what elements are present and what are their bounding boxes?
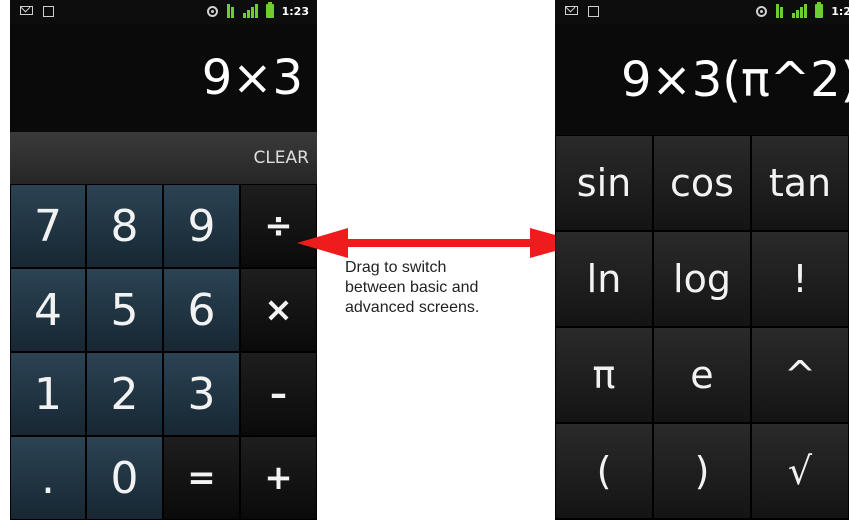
cos-key[interactable]: cos — [653, 135, 751, 231]
advanced-keypad: sin cos tan ln log! π e ^ () √ — [555, 135, 849, 520]
open-paren-key[interactable]: ( — [555, 423, 653, 519]
caption-line: between basic and — [345, 279, 479, 296]
caption-line: Drag to switch — [345, 259, 447, 276]
pi-key[interactable]: π — [555, 327, 653, 423]
mail-notification-icon — [565, 6, 578, 15]
factorial-key[interactable]: ! — [751, 231, 849, 327]
close-paren-key[interactable]: ) — [653, 423, 751, 519]
status-bar: 1:2 — [555, 0, 849, 24]
euler-key[interactable]: e — [653, 327, 751, 423]
sd-card-icon — [588, 6, 599, 17]
clock: 1:2 — [831, 4, 849, 18]
caption-line: advanced screens. — [345, 299, 480, 316]
calculator-display: 9×3(π^2) — [555, 24, 849, 135]
gps-icon — [756, 5, 768, 17]
advanced-calculator-screen: 1:2 9×3(π^2) sin cos tan ln log! π e ^ () √ — [555, 0, 849, 520]
signal-strength-icon — [792, 4, 808, 18]
square-root-key[interactable]: √ — [751, 423, 849, 519]
log-key[interactable]: log — [653, 231, 751, 327]
battery-icon — [815, 2, 824, 18]
tan-key[interactable]: tan — [751, 135, 849, 231]
data-transfer-icon — [775, 4, 784, 18]
power-key[interactable]: ^ — [751, 327, 849, 423]
ln-key[interactable]: ln — [555, 231, 653, 327]
sin-key[interactable]: sin — [555, 135, 653, 231]
drag-caption: Drag to switch between basic and advance… — [345, 258, 545, 318]
